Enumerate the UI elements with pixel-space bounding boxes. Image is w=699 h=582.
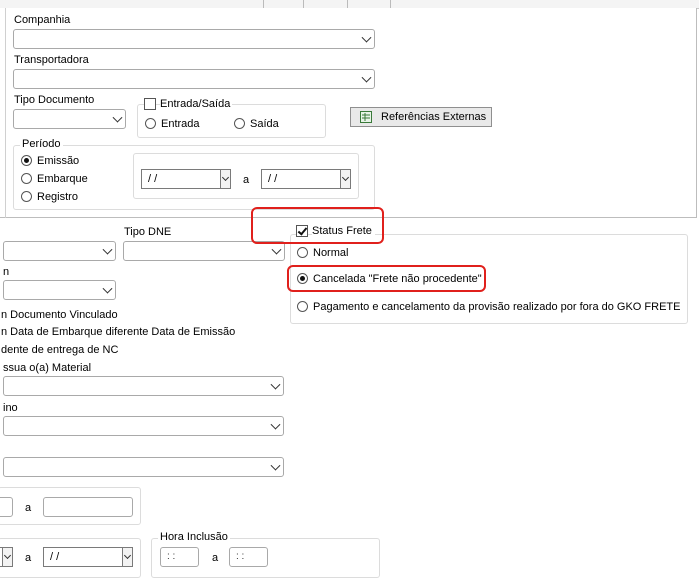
date-from-partial[interactable] [0, 547, 13, 567]
referencias-externas-label: Referências Externas [381, 111, 487, 123]
date-to-input[interactable]: / / [43, 547, 133, 567]
entrada-saida-checkbox[interactable] [144, 98, 156, 110]
chevron-down-icon [361, 72, 372, 83]
left-select-1[interactable] [3, 241, 116, 261]
periodo-date-from[interactable]: / / [141, 169, 231, 189]
truncated-label: n [3, 266, 10, 278]
companhia-label: Companhia [14, 14, 71, 26]
date-to-value: / / [50, 551, 60, 563]
periodo-date-to[interactable]: / / [261, 169, 351, 189]
hora-to-value: : : [236, 551, 245, 562]
spreadsheet-icon [360, 111, 372, 123]
transportadora-label: Transportadora [14, 54, 89, 66]
cancelada-highlight [287, 265, 486, 292]
check-documento-vinculado[interactable]: n Documento Vinculado [1, 309, 118, 322]
referencias-externas-button[interactable]: Referências Externas [350, 107, 492, 127]
chevron-down-icon [271, 244, 282, 255]
chevron-down-icon [102, 283, 113, 294]
calendar-dropdown-icon[interactable] [2, 547, 13, 567]
material-label: ssua o(a) Material [3, 362, 92, 374]
tipo-documento-select[interactable] [13, 109, 126, 129]
registro-label: Registro [37, 191, 78, 203]
hora-from-input[interactable]: : : [160, 547, 199, 567]
chevron-down-icon [102, 244, 113, 255]
chevron-down-icon [112, 112, 123, 123]
toolbar-divider [390, 0, 391, 8]
chevron-down-icon [270, 419, 281, 430]
saida-radio[interactable] [234, 118, 245, 129]
chevron-down-icon [270, 379, 281, 390]
entrada-label: Entrada [161, 118, 200, 130]
range-separator: a [25, 502, 32, 514]
entrada-radio[interactable] [145, 118, 156, 129]
toolbar-divider [347, 0, 348, 8]
pagamento-cancelamento-label: Pagamento e cancelamento da provisão rea… [313, 301, 681, 313]
emissao-radio[interactable] [21, 155, 32, 166]
date-from-value: / / [148, 173, 158, 185]
tipo-dne-select[interactable] [123, 241, 285, 261]
left-select-2[interactable] [3, 280, 116, 300]
date-range-separator: a [25, 552, 32, 564]
hora-separator: a [212, 552, 219, 564]
periodo-label: Período [20, 138, 63, 151]
tipo-dne-label: Tipo DNE [124, 226, 172, 238]
material-select[interactable] [3, 376, 284, 396]
destino-label: ino [3, 402, 18, 414]
calendar-dropdown-icon[interactable] [340, 169, 351, 189]
toolbar-divider [303, 0, 304, 8]
normal-radio[interactable] [297, 247, 308, 258]
hora-to-input[interactable]: : : [229, 547, 268, 567]
calendar-dropdown-icon[interactable] [122, 547, 133, 567]
range-to-input[interactable] [43, 497, 133, 517]
status-frete-highlight [251, 207, 384, 244]
tipo-documento-label: Tipo Documento [14, 94, 95, 106]
toolbar-divider [263, 0, 264, 8]
calendar-dropdown-icon[interactable] [220, 169, 231, 189]
destino-select[interactable] [3, 416, 284, 436]
hora-from-value: : : [167, 551, 176, 562]
hora-inclusao-label: Hora Inclusão [158, 531, 230, 544]
left-select-3[interactable] [3, 457, 284, 477]
pagamento-cancelamento-radio[interactable] [297, 301, 308, 312]
check-data-embarque[interactable]: n Data de Embarque diferente Data de Emi… [1, 326, 235, 339]
left-edge-line [5, 8, 6, 218]
transportadora-select[interactable] [13, 69, 375, 89]
entrada-saida-label: Entrada/Saída [160, 98, 233, 111]
chevron-down-icon [270, 460, 281, 471]
normal-label: Normal [313, 247, 349, 259]
check-pendente-entrega[interactable]: dente de entrega de NC [1, 344, 118, 357]
companhia-select[interactable] [13, 29, 375, 49]
range-from-input[interactable] [0, 497, 13, 517]
date-to-value: / / [268, 173, 278, 185]
periodo-separator: a [243, 174, 250, 186]
embarque-label: Embarque [37, 173, 88, 185]
saida-label: Saída [250, 118, 279, 130]
registro-radio[interactable] [21, 191, 32, 202]
emissao-label: Emissão [37, 155, 80, 167]
embarque-radio[interactable] [21, 173, 32, 184]
chevron-down-icon [361, 32, 372, 43]
